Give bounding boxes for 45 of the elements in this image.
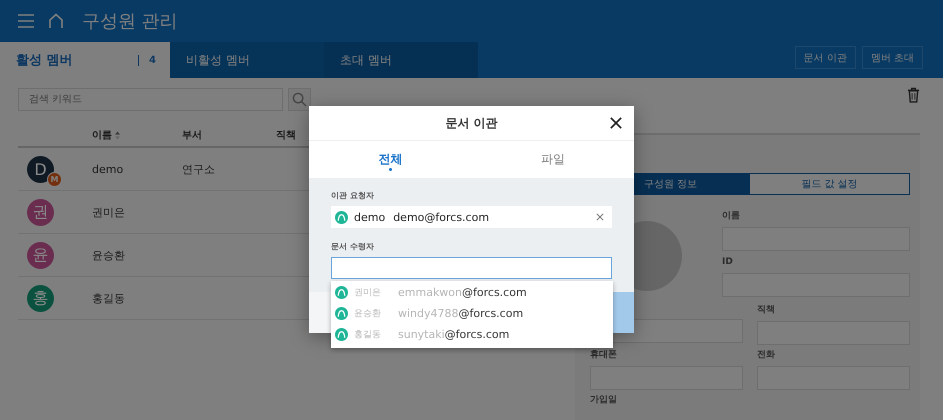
- recipient-field[interactable]: [331, 257, 612, 279]
- field-label: 휴대폰: [590, 349, 618, 361]
- detail-tab[interactable]: 필드 값 설정: [750, 174, 909, 194]
- menu-icon[interactable]: [18, 14, 34, 28]
- dialog-tab[interactable]: 전체: [309, 141, 472, 178]
- field-label: 이름: [722, 210, 741, 222]
- member-tab[interactable]: 비활성 멤버: [170, 42, 324, 78]
- table-cell: 연구소: [182, 162, 215, 176]
- page-title: 구성원 관리: [82, 10, 178, 33]
- table-cell: 홍길동: [92, 290, 125, 306]
- member-tab[interactable]: 활성 멤버 4: [0, 42, 170, 78]
- field-label: ID: [722, 257, 734, 268]
- clear-icon[interactable]: [596, 213, 604, 221]
- avatar: 홍: [27, 284, 54, 312]
- close-icon[interactable]: [610, 117, 622, 129]
- avatar: 윤: [27, 242, 54, 268]
- dialog-title: 문서 이관: [445, 114, 498, 132]
- search-field[interactable]: 검색 키워드: [18, 88, 283, 111]
- search-button[interactable]: [288, 88, 311, 111]
- suggestion-item[interactable]: 권미은 emmakwon@forcs.com: [331, 282, 613, 303]
- field-label: 전화: [757, 349, 776, 361]
- field-label: 문서 수령자: [331, 241, 375, 252]
- column-header[interactable]: 이름: [92, 128, 112, 142]
- field-label: 이관 요청자: [331, 190, 375, 201]
- requester-field[interactable]: demo demo@forcs.com: [331, 206, 612, 228]
- header-button[interactable]: 멤버 초대: [862, 46, 923, 69]
- table-cell: 윤승환: [92, 248, 125, 262]
- trash-icon[interactable]: [907, 87, 920, 103]
- table-cell: demo: [92, 162, 124, 176]
- user-icon: [335, 328, 348, 341]
- table-cell: 권미은: [92, 204, 125, 220]
- field-label: 직책: [757, 304, 776, 316]
- column-header[interactable]: 직책: [276, 128, 296, 142]
- user-icon: [335, 286, 348, 299]
- suggestion-item[interactable]: 윤승환 windy4788@forcs.com: [331, 303, 613, 324]
- header-button[interactable]: 문서 이관: [794, 46, 856, 69]
- suggestion-item[interactable]: 홍길동 sunytaki@forcs.com: [331, 324, 613, 345]
- column-header[interactable]: 부서: [182, 128, 202, 142]
- home-icon[interactable]: [48, 13, 64, 29]
- field-label: 가입일: [590, 394, 618, 406]
- user-icon: [335, 307, 348, 320]
- search-icon: [292, 92, 307, 107]
- avatar: 권: [27, 198, 54, 226]
- member-tab[interactable]: 초대 멤버: [324, 42, 478, 78]
- user-icon: [335, 210, 348, 224]
